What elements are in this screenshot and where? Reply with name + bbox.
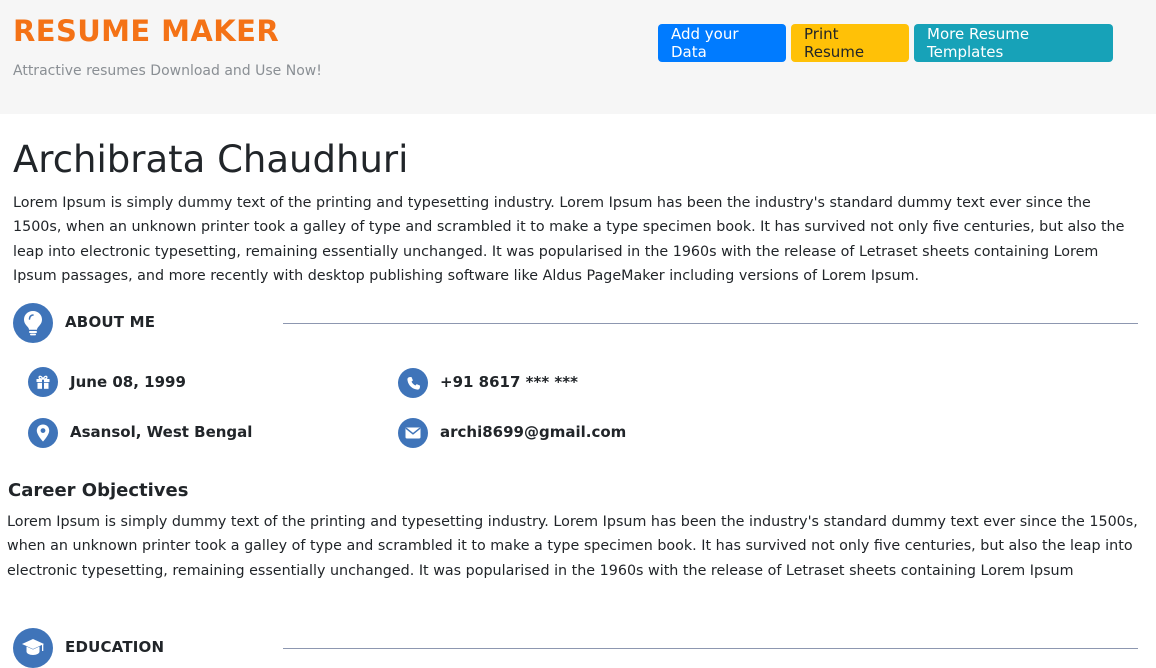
section-divider [283, 648, 1138, 649]
tagline: Attractive resumes Download and Use Now! [13, 63, 322, 79]
location-pin-icon [28, 418, 58, 448]
section-divider [283, 323, 1138, 324]
location-text: Asansol, West Bengal [70, 423, 253, 441]
print-resume-button[interactable]: Print Resume [791, 24, 909, 62]
brand-title: RESUME MAKER [13, 14, 280, 48]
lightbulb-icon [13, 303, 53, 343]
gift-icon [28, 367, 58, 397]
summary-text: Lorem Ipsum is simply dummy text of the … [13, 195, 1125, 284]
birthday-text: June 08, 1999 [70, 373, 186, 391]
about-me-title: ABOUT ME [65, 313, 156, 331]
phone-icon [398, 368, 428, 398]
education-title: EDUCATION [65, 638, 165, 656]
email-text: archi8699@gmail.com [440, 423, 627, 441]
add-data-button[interactable]: Add your Data [658, 24, 786, 62]
phone-text: +91 8617 *** *** [440, 373, 578, 391]
resume-name: Archibrata Chaudhuri [13, 138, 409, 181]
more-templates-button[interactable]: More Resume Templates [914, 24, 1113, 62]
career-objectives-title: Career Objectives [8, 480, 189, 501]
email-icon [398, 418, 428, 448]
header: RESUME MAKER Attractive resumes Download… [0, 0, 1156, 114]
graduation-cap-icon [13, 628, 53, 668]
career-objectives-text: Lorem Ipsum is simply dummy text of the … [7, 514, 1138, 579]
